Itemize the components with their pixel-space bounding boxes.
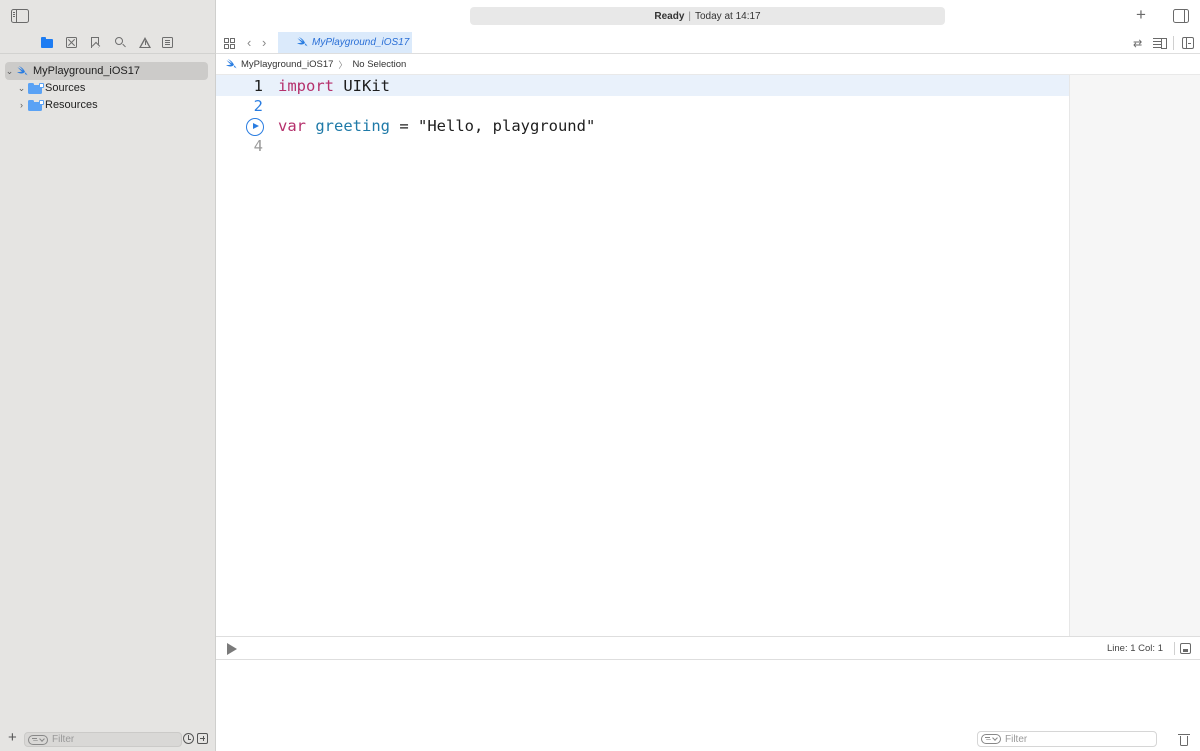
library-plus-button[interactable]: +: [1136, 6, 1146, 23]
code-text: var greeting = "Hello, playground": [278, 116, 595, 136]
swift-icon: [296, 37, 309, 48]
clear-console-trash-icon[interactable]: [1178, 734, 1190, 746]
code-text: import UIKit: [278, 76, 390, 96]
tree-item-label: Resources: [45, 99, 98, 111]
chevron-down-icon[interactable]: ⌄: [5, 66, 14, 76]
breadcrumb-selection[interactable]: No Selection: [352, 59, 406, 70]
filter-placeholder: Filter: [1005, 733, 1028, 745]
status-time: Today at 14:17: [695, 10, 761, 22]
console-filter-field[interactable]: Filter: [977, 731, 1157, 747]
issue-navigator-warning-icon[interactable]: [139, 37, 151, 48]
code-line-2[interactable]: 2: [216, 96, 1069, 116]
line-number: 2: [253, 97, 263, 115]
console-toggle-icon[interactable]: [1180, 643, 1191, 654]
project-navigator-folder-icon[interactable]: [41, 37, 54, 48]
results-sidebar: [1069, 75, 1200, 636]
navigator-sidebar: ⌄ MyPlayground_iOS17 ⌄ Sources › Resourc…: [0, 0, 216, 751]
toolbar-divider: [1173, 36, 1174, 50]
keyword-token: var: [278, 117, 306, 135]
folder-icon: [28, 82, 44, 94]
sidebar-toggle-icon[interactable]: [11, 9, 29, 23]
navigate-forward-chevron-icon[interactable]: ›: [262, 36, 266, 49]
line-number: 4: [253, 137, 263, 155]
breadcrumb: MyPlayground_iOS17 〉 No Selection: [216, 54, 1200, 75]
inspector-toggle-icon[interactable]: [1173, 9, 1189, 23]
execute-playground-play-icon[interactable]: [227, 643, 237, 655]
console-area[interactable]: Filter: [216, 660, 1200, 751]
plain-token: UIKit: [334, 77, 390, 95]
filter-placeholder: Filter: [52, 734, 75, 745]
add-editor-split-icon[interactable]: [1182, 37, 1194, 49]
cursor-position: Line: 1 Col: 1: [1107, 643, 1163, 654]
tab-myplayground[interactable]: MyPlayground_iOS17: [278, 32, 412, 53]
tree-item-label: MyPlayground_iOS17: [33, 65, 141, 77]
plain-token: =: [390, 117, 418, 135]
swift-icon: [225, 58, 238, 70]
code-line-3[interactable]: var greeting = "Hello, playground": [216, 116, 1069, 136]
chevron-right-icon[interactable]: ›: [17, 100, 26, 110]
line-number: 1: [253, 77, 263, 95]
tree-item-project[interactable]: ⌄ MyPlayground_iOS17: [5, 62, 208, 80]
navigate-back-chevron-icon[interactable]: ‹: [247, 36, 251, 49]
chevron-down-icon[interactable]: ⌄: [17, 83, 26, 93]
debug-bar: Line: 1 Col: 1: [216, 636, 1200, 660]
tree-item-label: Sources: [45, 82, 86, 94]
report-navigator-icon[interactable]: [162, 37, 173, 48]
swap-arrows-icon[interactable]: ⇄: [1133, 37, 1142, 50]
tree-item-resources[interactable]: › Resources: [17, 96, 208, 114]
navigator-tab-bar: [0, 32, 216, 54]
navigator-filter-field[interactable]: Filter: [24, 732, 182, 747]
breadcrumb-separator: 〉: [338, 59, 348, 70]
source-control-navigator-icon[interactable]: [66, 37, 77, 48]
code-line-1[interactable]: 1 import UIKit: [216, 76, 1069, 96]
run-to-line-play-icon[interactable]: [246, 118, 264, 136]
sidebar-top: [0, 0, 216, 32]
tab-label: MyPlayground_iOS17: [312, 37, 410, 48]
code-line-4[interactable]: 4: [216, 136, 1069, 156]
source-editor[interactable]: 1 import UIKit 2 var greeting = "Hello, …: [216, 75, 1069, 636]
find-navigator-search-icon[interactable]: [115, 37, 126, 48]
tree-item-sources[interactable]: ⌄ Sources: [17, 79, 208, 97]
related-items-grid-icon[interactable]: [224, 38, 235, 49]
status-state: Ready: [654, 10, 685, 22]
breadcrumb-file[interactable]: MyPlayground_iOS17: [241, 59, 333, 70]
identifier-token: greeting: [315, 117, 390, 135]
filter-icon: [981, 734, 1001, 744]
sidebar-footer: + Filter: [0, 727, 216, 751]
filter-icon: [28, 734, 48, 745]
recent-files-clock-icon[interactable]: [183, 733, 194, 744]
folder-icon: [28, 99, 44, 111]
window-toolbar: Ready | Today at 14:17 +: [216, 0, 1200, 32]
string-token: "Hello, playground": [418, 117, 596, 135]
keyword-token: import: [278, 77, 334, 95]
source-control-filter-icon[interactable]: [197, 733, 208, 744]
status-separator: |: [688, 10, 691, 22]
bookmark-navigator-icon[interactable]: [91, 37, 99, 48]
debug-divider: [1174, 642, 1175, 655]
editor-tab-bar: ‹ › MyPlayground_iOS17 ⇄: [216, 32, 1200, 54]
activity-status-bar: Ready | Today at 14:17: [470, 7, 945, 25]
editor-options-icon[interactable]: [1153, 38, 1167, 49]
swift-icon: [16, 65, 29, 77]
add-file-button[interactable]: +: [8, 730, 17, 746]
